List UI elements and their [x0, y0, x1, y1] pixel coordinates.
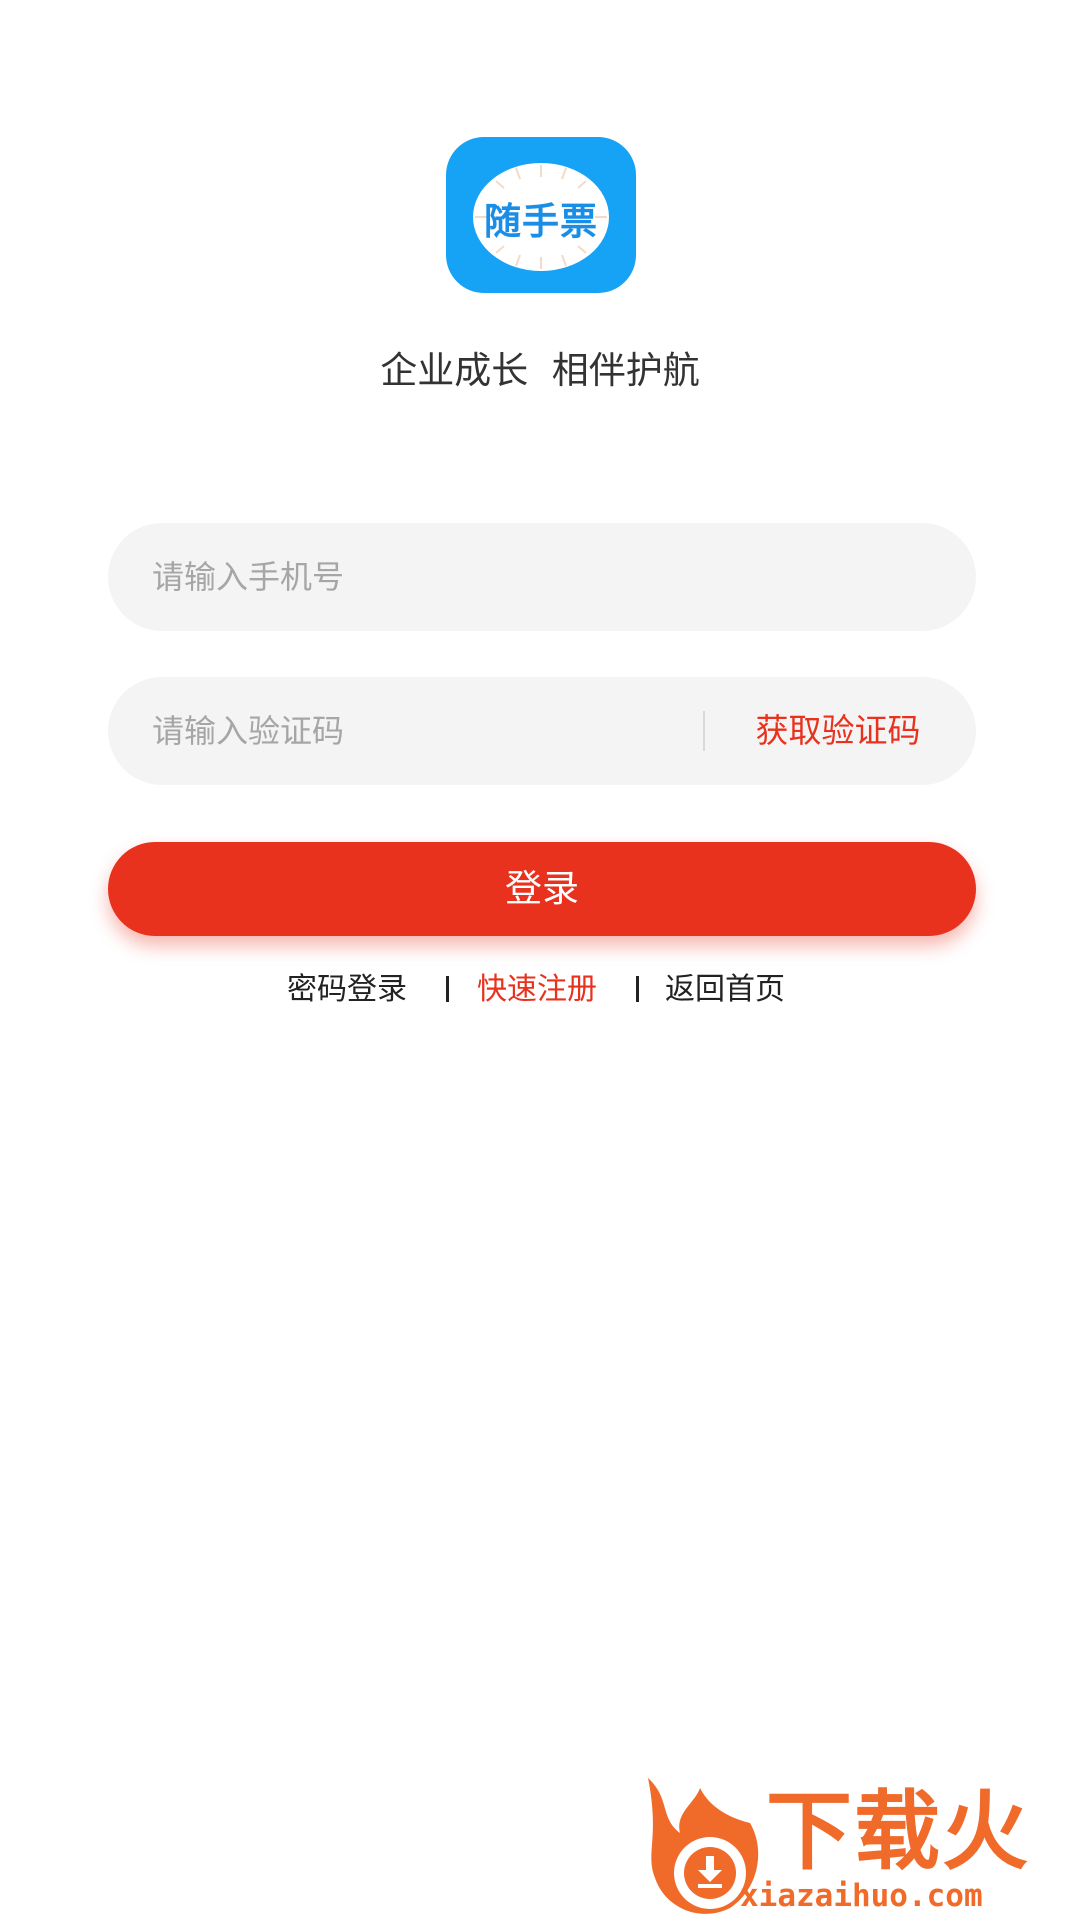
app-logo: 随手票	[446, 137, 636, 293]
back-home-link[interactable]: 返回首页	[665, 968, 785, 1012]
logo-text: 随手票	[484, 200, 598, 243]
app-slogan: 企业成长 相伴护航	[380, 349, 700, 392]
link-separator	[446, 976, 449, 1002]
verification-code-input[interactable]	[152, 677, 692, 785]
watermark: 下载火 xiazaihuo.com	[640, 1778, 1080, 1920]
secondary-links: 密码登录 快速注册 返回首页	[0, 968, 1080, 1012]
verification-code-field[interactable]: 获取验证码	[108, 677, 976, 785]
watermark-domain: xiazaihuo.com	[740, 1878, 983, 1914]
watermark-brand: 下载火	[766, 1782, 1030, 1882]
password-login-link[interactable]: 密码登录	[287, 968, 407, 1012]
code-field-divider	[703, 711, 705, 751]
link-separator	[636, 976, 639, 1002]
get-code-button[interactable]: 获取验证码	[728, 677, 948, 785]
phone-field[interactable]	[108, 523, 976, 631]
phone-input[interactable]	[152, 523, 932, 631]
quick-register-link[interactable]: 快速注册	[477, 968, 597, 1012]
login-button[interactable]: 登录	[108, 842, 976, 936]
login-page: 随手票 企业成长 相伴护航 获取验证码 登录 密码登录 快速注册 返回首页 下载…	[0, 0, 1080, 1920]
